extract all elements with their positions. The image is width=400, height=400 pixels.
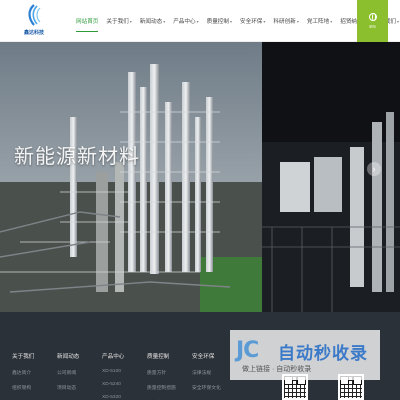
logo-mark-icon: [28, 4, 41, 26]
nav-item-label: 质量控制: [206, 19, 229, 25]
nav-item[interactable]: 科研创新 ▾: [273, 0, 298, 42]
footer-column-heading[interactable]: 产品中心: [102, 352, 124, 360]
nav-item[interactable]: 新闻动态 ▾: [140, 0, 165, 42]
plant-night-image: [262, 42, 400, 312]
footer-column-heading[interactable]: 安全环保: [192, 352, 221, 360]
footer-link[interactable]: 质量控制措施: [147, 384, 176, 391]
chevron-down-icon: ▾: [196, 18, 199, 24]
chevron-down-icon: ▾: [397, 18, 400, 24]
brand-name: 鑫达科技: [23, 30, 44, 36]
footer-link[interactable]: 项目动态: [57, 384, 79, 391]
nav-item-label: 安全环保: [240, 19, 263, 25]
footer-column: 关于我们鑫达简介组织架构企业文化: [12, 352, 34, 400]
watermark-subtitle: 做上链接 · 自动秒收录: [242, 366, 312, 373]
watermark-logo: JC: [236, 338, 259, 363]
chevron-down-icon: ▾: [330, 18, 333, 24]
language-label: EN: [369, 24, 376, 29]
chevron-down-icon: ▾: [163, 18, 166, 24]
nav-item-label: 新闻动态: [139, 19, 163, 25]
footer-link[interactable]: 安全环保文化: [192, 384, 221, 391]
footer-link[interactable]: XD-5240: [102, 382, 124, 387]
footer-link[interactable]: 组织架构: [12, 384, 34, 391]
footer-link[interactable]: XD-5320: [102, 395, 124, 400]
nav-item[interactable]: 质量控制 ▾: [207, 0, 232, 42]
footer-column: 质量控制质量方针质量控制措施质量荣誉: [147, 352, 176, 400]
company-logo[interactable]: 鑫达科技: [20, 4, 48, 38]
footer-column: 产品中心 XD-5100 XD-5240 XD-5320: [102, 352, 124, 400]
main-nav: 网站首页 关于我们 ▾ 新闻动态 ▾ 产品中心 ▾ 质量控制 ▾ 安全环保 ▾ 科研创新 ▾ 党工阵地 ▾ 招…: [76, 0, 400, 42]
nav-item[interactable]: 网站首页: [76, 0, 99, 42]
chevron-down-icon: ▾: [230, 18, 233, 24]
refinery-image: [0, 42, 262, 312]
watermark-overlay: JC 自动秒收录 做上链接 · 自动秒收录: [230, 330, 380, 380]
footer-column-heading[interactable]: 质量控制: [147, 352, 176, 360]
watermark-title: 自动秒收录: [278, 344, 368, 364]
nav-item-label: 科研创新: [273, 19, 296, 25]
hero-banner: 新能源新材料 ›: [0, 42, 400, 312]
chevron-down-icon: ▾: [296, 18, 299, 24]
nav-item-label: 产品中心: [173, 19, 196, 25]
footer-link[interactable]: XD-5100: [102, 369, 124, 374]
language-switch-button[interactable]: EN: [357, 0, 388, 42]
next-slide-button[interactable]: ›: [367, 162, 381, 176]
slide-title: 新能源新材料: [14, 144, 140, 168]
nav-item-label: 党工阵地: [306, 19, 330, 25]
footer-column: 安全环保法律法规安全环保文化安全动态: [192, 352, 221, 400]
footer-link[interactable]: 质量方针: [147, 369, 176, 376]
nav-item[interactable]: 安全环保 ▾: [240, 0, 265, 42]
chevron-down-icon: ▾: [129, 18, 132, 24]
footer-link[interactable]: 法律法规: [192, 369, 221, 376]
footer-column: 新闻动态公司新闻项目动态三会动态: [57, 352, 79, 400]
nav-item-label: 网站首页: [76, 19, 99, 25]
footer-column-heading[interactable]: 关于我们: [12, 352, 34, 360]
footer-link[interactable]: 鑫达简介: [12, 369, 34, 376]
nav-item[interactable]: 关于我们 ▾: [106, 0, 131, 42]
nav-item[interactable]: 产品中心 ▾: [173, 0, 198, 42]
footer-link[interactable]: 公司新闻: [57, 369, 79, 376]
nav-item-label: 关于我们: [106, 19, 129, 25]
footer-column-heading[interactable]: 新闻动态: [57, 352, 79, 360]
site-header: 鑫达科技 网站首页 关于我们 ▾ 新闻动态 ▾ 产品中心 ▾ 质量控制 ▾ 安全环保 ▾ 科研创新 ▾ 党…: [0, 0, 400, 42]
globe-icon: [368, 13, 377, 21]
chevron-down-icon: ▾: [263, 18, 266, 24]
nav-item[interactable]: 党工阵地 ▾: [307, 0, 332, 42]
